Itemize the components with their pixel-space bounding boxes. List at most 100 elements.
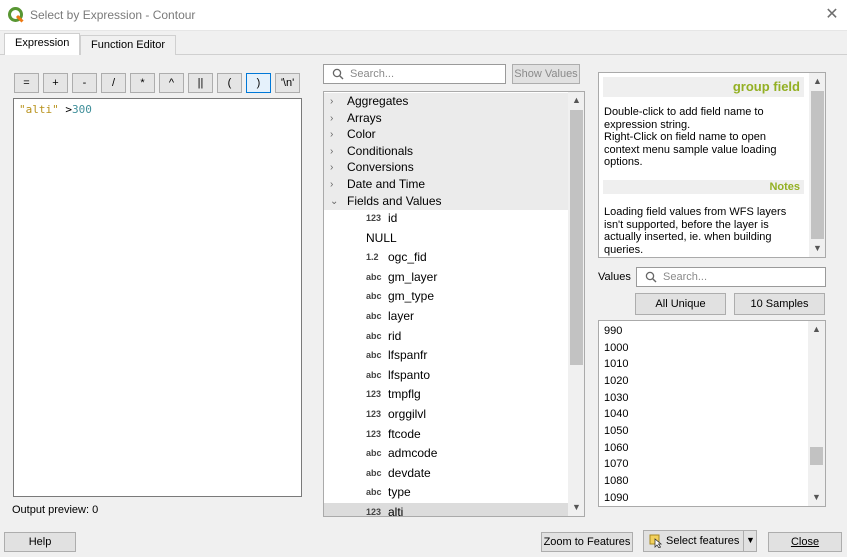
value-item[interactable]: 1010 <box>604 356 628 373</box>
help-scroll-thumb[interactable] <box>811 91 824 239</box>
value-item[interactable]: 990 <box>604 323 622 340</box>
scroll-down-icon[interactable]: ▼ <box>808 489 825 506</box>
operator-plus-button[interactable]: + <box>43 73 68 93</box>
tree-field-item[interactable]: NULL <box>324 229 568 249</box>
show-values-button[interactable]: Show Values <box>512 64 580 84</box>
chevron-right-icon[interactable]: › <box>330 143 340 160</box>
tree-field-item[interactable]: abc lfspanto <box>324 366 568 386</box>
value-item[interactable]: 1050 <box>604 423 628 440</box>
tree-group[interactable]: › Arrays <box>324 109 568 127</box>
value-item[interactable]: 1070 <box>604 456 628 473</box>
chevron-right-icon[interactable]: › <box>330 159 340 176</box>
scroll-up-icon[interactable]: ▲ <box>808 321 825 338</box>
operator-equals-button[interactable]: = <box>14 73 39 93</box>
tree-field-item[interactable]: 123 alti <box>324 503 568 517</box>
field-type-icon: 123 <box>366 507 382 517</box>
tab-function-editor[interactable]: Function Editor <box>80 35 176 55</box>
operator-divide-button[interactable]: / <box>101 73 126 93</box>
help-scrollbar[interactable]: ▲ ▼ <box>809 73 825 257</box>
tree-field-item[interactable]: abc rid <box>324 327 568 347</box>
tree-group[interactable]: › Conversions <box>324 159 568 177</box>
operator-concat-button[interactable]: || <box>188 73 213 93</box>
ten-samples-button[interactable]: 10 Samples <box>734 293 825 315</box>
tree-field-item[interactable]: abc layer <box>324 307 568 327</box>
chevron-right-icon[interactable]: › <box>330 126 340 143</box>
tree-field-item[interactable]: 123 orggilvl <box>324 405 568 425</box>
scroll-down-icon[interactable]: ▼ <box>809 240 825 257</box>
all-unique-button[interactable]: All Unique <box>635 293 726 315</box>
tree-group-label: Conditionals <box>347 143 414 158</box>
scroll-up-icon[interactable]: ▲ <box>809 73 825 90</box>
operator-close-paren-button[interactable]: ) <box>246 73 271 93</box>
value-item[interactable]: 1060 <box>604 440 628 457</box>
tree-group[interactable]: › Date and Time <box>324 176 568 193</box>
tree-field-item[interactable]: 123 ftcode <box>324 425 568 445</box>
tree-field-item[interactable]: abc gm_type <box>324 287 568 307</box>
tree-group[interactable]: › Aggregates <box>324 93 568 110</box>
value-item[interactable]: 1020 <box>604 373 628 390</box>
close-window-icon[interactable]: ✕ <box>822 4 842 26</box>
chevron-right-icon[interactable]: › <box>330 176 340 193</box>
values-scroll-thumb[interactable] <box>810 447 823 465</box>
tree-group[interactable]: › Color <box>324 126 568 144</box>
operator-power-button[interactable]: ^ <box>159 73 184 93</box>
tree-field-item[interactable]: 1.2 ogc_fid <box>324 248 568 268</box>
field-type-icon: abc <box>366 271 382 282</box>
tree-group-label: Color <box>347 127 376 142</box>
tree-field-item[interactable]: 123 tmpflg <box>324 385 568 405</box>
notes-heading: Notes <box>603 180 804 194</box>
tree-group-label: Fields and Values <box>347 193 442 208</box>
operator-newline-button[interactable]: '\n' <box>275 73 300 93</box>
value-item[interactable]: 1030 <box>604 390 628 407</box>
tree-group-label: Aggregates <box>347 94 409 108</box>
scroll-up-icon[interactable]: ▲ <box>568 92 584 109</box>
select-features-icon <box>649 534 663 548</box>
values-list[interactable]: 990 1000 1010 1020 1030 1040 1050 1060 1070 1080 1… <box>598 320 826 507</box>
help-button[interactable]: Help <box>4 532 76 552</box>
help-panel: group field Double-click to add field na… <box>598 72 826 258</box>
tree-scroll-thumb[interactable] <box>570 110 583 365</box>
operator-multiply-button[interactable]: * <box>130 73 155 93</box>
tree-field-item[interactable]: abc lfspanfr <box>324 346 568 366</box>
scroll-down-icon[interactable]: ▼ <box>568 499 584 516</box>
field-type-icon: abc <box>366 350 382 361</box>
field-type-icon: abc <box>366 487 382 498</box>
operator-open-paren-button[interactable]: ( <box>217 73 242 93</box>
chevron-right-icon[interactable]: › <box>330 110 340 127</box>
field-type-icon: abc <box>366 330 382 341</box>
chevron-down-icon[interactable]: ▼ <box>746 535 755 545</box>
values-scrollbar[interactable]: ▲ ▼ <box>808 321 825 506</box>
select-features-button[interactable]: Select features ▼ <box>643 530 757 552</box>
title-bar: Select by Expression - Contour ✕ <box>0 0 847 31</box>
operator-minus-button[interactable]: - <box>72 73 97 93</box>
chevron-right-icon[interactable]: › <box>330 93 340 110</box>
close-button[interactable]: Close <box>768 532 842 552</box>
help-heading: group field <box>603 77 804 97</box>
expression-text: "alti" >300 <box>19 103 92 116</box>
value-item[interactable]: 1080 <box>604 473 628 490</box>
value-item[interactable]: 1090 <box>604 490 628 507</box>
field-type-icon: abc <box>366 311 382 321</box>
field-name: id <box>388 211 398 225</box>
function-search-input[interactable]: Search... <box>323 64 506 84</box>
expression-editor[interactable]: "alti" >300 <box>13 98 302 497</box>
value-item[interactable]: 1040 <box>604 406 628 423</box>
chevron-down-icon[interactable]: ⌄ <box>330 193 340 210</box>
tree-group[interactable]: ⌄ Fields and Values <box>324 192 568 210</box>
tree-field-item[interactable]: 123 id <box>324 209 568 229</box>
tree-field-item[interactable]: abc gm_layer <box>324 268 568 288</box>
field-name: lfspanfr <box>388 348 428 363</box>
tree-field-item[interactable]: abc type <box>324 483 568 503</box>
tab-expression[interactable]: Expression <box>4 33 81 55</box>
tree-group[interactable]: › Conditionals <box>324 142 568 160</box>
tree-field-item[interactable]: abc devdate <box>324 464 568 484</box>
function-tree[interactable]: › Aggregates › Arrays › Color › Conditionals › Co… <box>323 91 585 517</box>
field-name: gm_type <box>388 289 435 304</box>
field-name: lfspanto <box>388 367 431 382</box>
tree-field-item[interactable]: abc admcode <box>324 444 568 464</box>
tree-scrollbar[interactable]: ▲ ▼ <box>568 92 584 516</box>
field-type-icon: abc <box>366 291 382 302</box>
values-search-input[interactable]: Search... <box>636 267 826 287</box>
zoom-to-features-button[interactable]: Zoom to Features <box>541 532 633 552</box>
value-item[interactable]: 1000 <box>604 340 628 357</box>
